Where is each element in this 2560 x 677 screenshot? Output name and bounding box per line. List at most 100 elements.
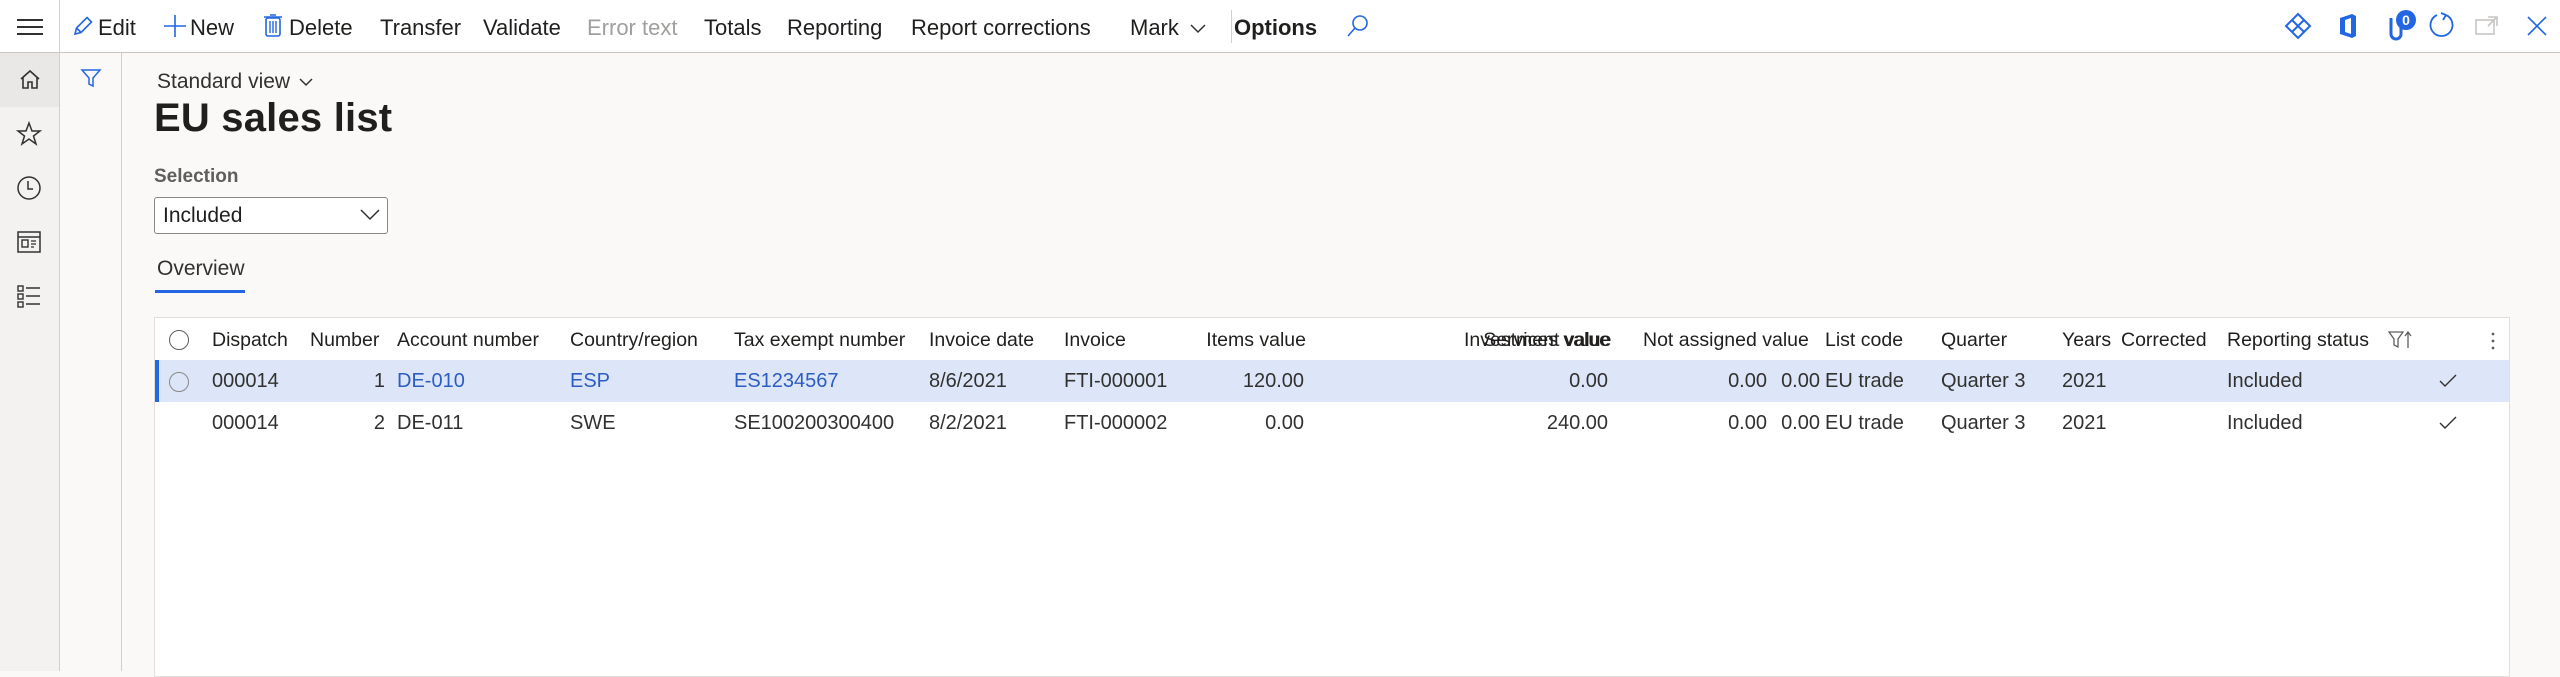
navigation-bar	[0, 53, 60, 671]
cell-items-value: 120.00	[1242, 370, 1304, 392]
navigation-menu-button[interactable]	[0, 0, 60, 53]
cell-dispatch: 000014	[212, 370, 279, 392]
power-apps-icon[interactable]	[2284, 12, 2312, 40]
column-header-tax-exempt-number[interactable]: Tax exempt number	[734, 318, 905, 360]
open-new-window-icon[interactable]	[2474, 14, 2500, 38]
cell-years: 2021	[2062, 370, 2107, 392]
checkmark-icon	[2439, 416, 2457, 429]
filter-sort-icon[interactable]	[2387, 330, 2415, 350]
cell-number: 1	[373, 370, 385, 392]
column-header-list-code[interactable]: List code	[1825, 318, 1903, 360]
column-header-dispatch[interactable]: Dispatch	[212, 318, 288, 360]
star-icon	[16, 121, 42, 146]
more-options-icon[interactable]	[2490, 330, 2496, 352]
column-header-account-number[interactable]: Account number	[397, 318, 539, 360]
options-button[interactable]: Options	[1234, 0, 1317, 53]
nav-modules[interactable]	[0, 269, 59, 323]
column-header-invoice-date[interactable]: Invoice date	[929, 318, 1034, 360]
delete-label: Delete	[289, 15, 353, 40]
cell-invoice: FTI-000002	[1064, 412, 1168, 434]
attachments-button[interactable]: 0	[2386, 10, 2416, 42]
mark-label: Mark	[1130, 15, 1179, 40]
edit-label: Edit	[98, 15, 136, 40]
validate-button[interactable]: Validate	[483, 0, 561, 53]
column-header-years[interactable]: Years	[2062, 318, 2111, 360]
cell-items-value: 0.00	[1265, 412, 1304, 434]
row-select-radio[interactable]	[169, 372, 189, 392]
selection-dropdown[interactable]: Included	[154, 197, 388, 234]
cell-list-code: EU trade	[1825, 370, 1904, 392]
tab-overview[interactable]: Overview	[157, 257, 245, 281]
column-header-items-value[interactable]: Items value	[1155, 318, 1306, 360]
refresh-icon[interactable]	[2427, 11, 2457, 41]
action-pane: Edit New Delete Transfer Validate Error …	[0, 0, 2560, 53]
home-icon	[20, 69, 40, 89]
nav-favorites[interactable]	[0, 107, 59, 161]
edit-button[interactable]: Edit	[72, 0, 136, 53]
workspace-icon	[17, 231, 41, 253]
cell-years: 2021	[2062, 412, 2107, 434]
delete-button[interactable]: Delete	[263, 0, 353, 53]
column-header-number[interactable]: Number	[310, 318, 379, 360]
checkmark-icon	[2439, 374, 2457, 387]
view-selector[interactable]: Standard view	[157, 70, 314, 94]
column-header-investment-value[interactable]: Investment value	[1464, 318, 1611, 360]
nav-recent[interactable]	[0, 161, 59, 215]
eu-sales-list-grid: Dispatch Number Account number Country/r…	[154, 317, 2510, 677]
nav-workspaces[interactable]	[0, 215, 59, 269]
column-header-invoice[interactable]: Invoice	[1064, 318, 1126, 360]
cell-services-value: 0.00	[1569, 370, 1608, 392]
column-header-not-assigned-value[interactable]: Not assigned value	[1643, 318, 1809, 360]
column-header-reporting-status[interactable]: Reporting status	[2227, 318, 2369, 360]
cell-tax-exempt-number[interactable]: SE100200300400	[734, 402, 894, 444]
cell-dispatch: 000014	[212, 412, 279, 434]
filter-pane	[60, 53, 122, 671]
grid-header-row: Dispatch Number Account number Country/r…	[155, 318, 2509, 360]
cell-investment-value: 0.00	[1728, 412, 1767, 434]
cell-not-assigned-value: 0.00	[1781, 412, 1820, 434]
clock-icon	[17, 176, 41, 200]
nav-home[interactable]	[0, 53, 59, 107]
report-corrections-button[interactable]: Report corrections	[911, 0, 1091, 53]
column-header-quarter[interactable]: Quarter	[1941, 318, 2007, 360]
page-title: EU sales list	[154, 96, 393, 140]
cell-quarter: Quarter 3	[1941, 370, 2026, 392]
cell-invoice-date: 8/2/2021	[929, 412, 1007, 434]
cell-country-region[interactable]: ESP	[570, 360, 610, 402]
selection-value: Included	[163, 204, 243, 227]
table-row[interactable]: 000014 2 DE-011 SWE SE100200300400 8/2/2…	[155, 402, 2509, 444]
cell-invoice-date: 8/6/2021	[929, 370, 1007, 392]
plus-icon	[164, 15, 186, 37]
cell-not-assigned-value: 0.00	[1781, 370, 1820, 392]
reporting-button[interactable]: Reporting	[787, 0, 882, 53]
mark-menu-button[interactable]: Mark	[1130, 0, 1207, 53]
office-icon[interactable]	[2336, 12, 2360, 40]
cell-services-value: 240.00	[1546, 412, 1608, 434]
cell-invoice: FTI-000001	[1064, 370, 1168, 392]
new-label: New	[190, 15, 235, 40]
totals-button[interactable]: Totals	[704, 0, 761, 53]
selection-label: Selection	[154, 166, 239, 187]
column-header-country-region[interactable]: Country/region	[570, 318, 698, 360]
selected-row-indicator	[155, 360, 159, 402]
column-header-corrected[interactable]: Corrected	[2121, 318, 2207, 360]
filter-icon[interactable]	[80, 67, 102, 89]
view-name: Standard view	[157, 70, 291, 93]
search-icon[interactable]	[1346, 14, 1370, 38]
toolbar-divider	[1231, 10, 1232, 43]
close-icon[interactable]	[2526, 15, 2548, 37]
select-all-checkbox[interactable]	[169, 330, 189, 350]
new-button[interactable]: New	[162, 0, 234, 53]
cell-tax-exempt-number[interactable]: ES1234567	[734, 360, 839, 402]
cell-account-number[interactable]: DE-011	[397, 402, 463, 444]
transfer-button[interactable]: Transfer	[380, 0, 461, 53]
trash-icon	[264, 14, 282, 37]
error-text-button[interactable]: Error text	[587, 0, 677, 53]
cell-reporting-status: Included	[2227, 370, 2303, 392]
cell-account-number[interactable]: DE-010	[397, 360, 465, 402]
attachments-badge: 0	[2396, 10, 2416, 30]
cell-quarter: Quarter 3	[1941, 412, 2026, 434]
cell-country-region[interactable]: SWE	[570, 402, 616, 444]
cell-list-code: EU trade	[1825, 412, 1904, 434]
table-row[interactable]: 000014 1 DE-010 ESP ES1234567 8/6/2021 F…	[155, 360, 2509, 402]
